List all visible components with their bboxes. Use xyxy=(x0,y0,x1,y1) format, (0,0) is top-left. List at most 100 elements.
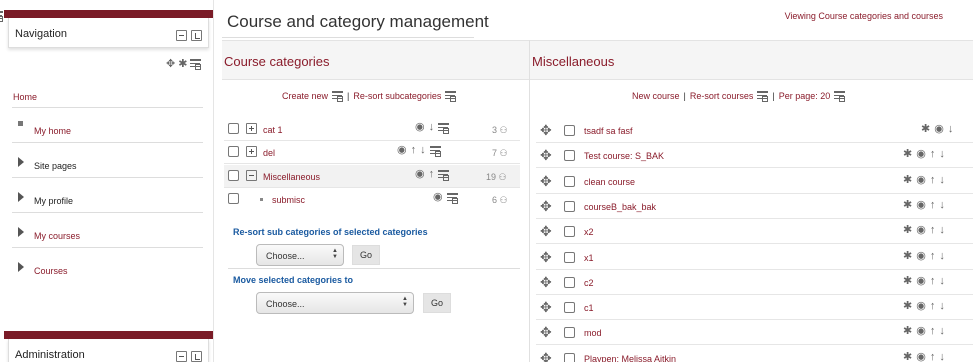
arrow-up-icon[interactable]: ↑ xyxy=(930,250,936,262)
view-mode-link[interactable]: Viewing Course categories and courses xyxy=(785,11,943,21)
move-icon[interactable]: ✥ xyxy=(540,250,552,264)
move-go-button[interactable]: Go xyxy=(423,293,451,313)
move-icon[interactable]: ✥ xyxy=(540,199,552,213)
course-checkbox[interactable] xyxy=(564,327,575,339)
nav-label[interactable]: Home xyxy=(13,92,37,102)
arrow-up-icon[interactable]: ↑ xyxy=(930,275,936,287)
arrow-down-icon[interactable]: ↓ xyxy=(939,326,945,337)
course-name[interactable]: c1 xyxy=(584,303,594,313)
resort-go-button[interactable]: Go xyxy=(352,245,380,265)
eye-icon[interactable]: ◉ xyxy=(397,145,407,156)
course-name[interactable]: x2 xyxy=(584,227,594,237)
course-row[interactable]: ✥ x2 ✱ ◉ ↑ ↓ xyxy=(536,219,973,245)
nav-item-home[interactable]: Home xyxy=(12,84,203,108)
course-checkbox[interactable] xyxy=(564,302,575,314)
edit-icon[interactable] xyxy=(446,192,458,204)
gear-icon[interactable]: ✱ xyxy=(903,174,912,186)
view-mode-edit-icon[interactable] xyxy=(0,10,3,22)
category-name[interactable]: del xyxy=(263,148,275,158)
move-icon[interactable]: ✥ xyxy=(540,148,552,162)
arrow-down-icon[interactable]: ↓ xyxy=(939,250,945,262)
arrow-up-icon[interactable]: ↑ xyxy=(930,149,936,160)
course-row[interactable]: ✥ clean course ✱ ◉ ↑ ↓ xyxy=(536,169,973,194)
category-row[interactable]: del ◉ ↑ ↓ 7 ⚇ xyxy=(224,141,520,164)
course-name[interactable]: tsadf sa fasf xyxy=(584,126,633,136)
course-name[interactable]: clean course xyxy=(584,177,635,187)
arrow-up-icon[interactable]: ↑ xyxy=(930,199,936,211)
nav-label[interactable]: My home xyxy=(34,126,71,136)
nav-label[interactable]: Courses xyxy=(34,266,68,276)
create-new-icon[interactable] xyxy=(332,91,344,102)
gear-icon[interactable]: ✱ xyxy=(903,301,912,312)
course-row[interactable]: ✥ courseB_bak_bak ✱ ◉ ↑ ↓ xyxy=(536,194,973,219)
eye-icon[interactable]: ◉ xyxy=(916,149,926,160)
nav-item-site-pages[interactable]: Site pages xyxy=(12,143,203,178)
gear-icon[interactable]: ✱ xyxy=(903,250,912,262)
eye-icon[interactable]: ◉ xyxy=(415,122,425,133)
nav-item-my-courses[interactable]: My courses xyxy=(12,213,203,248)
arrow-up-icon[interactable]: ↑ xyxy=(930,174,936,186)
course-row[interactable]: ✥ Playpen: Melissa Aitkin ✱ ◉ ↑ ↓ xyxy=(536,346,973,362)
dock-block-icon[interactable] xyxy=(191,30,202,41)
resort-subcategories-link[interactable]: Re-sort subcategories xyxy=(353,91,441,101)
arrow-up-icon[interactable]: ↑ xyxy=(930,351,936,362)
expand-arrow-icon[interactable] xyxy=(18,192,24,202)
nav-item-my-home[interactable]: My home xyxy=(12,108,203,143)
expand-arrow-icon[interactable] xyxy=(18,157,24,167)
move-select[interactable]: Choose... ▲ ▼ xyxy=(256,292,414,314)
arrow-up-icon[interactable]: ↑ xyxy=(930,301,936,312)
move-icon[interactable]: ✥ xyxy=(540,224,552,238)
course-name[interactable]: c2 xyxy=(584,278,594,288)
eye-icon[interactable]: ◉ xyxy=(916,275,926,287)
edit-icon[interactable] xyxy=(438,122,450,134)
arrow-down-icon[interactable]: ↓ xyxy=(939,199,945,211)
move-icon[interactable]: ✥ xyxy=(540,275,552,289)
gear-icon[interactable]: ✱ xyxy=(178,59,187,70)
gear-icon[interactable]: ✱ xyxy=(921,124,930,135)
eye-icon[interactable]: ◉ xyxy=(916,351,926,362)
eye-icon[interactable]: ◉ xyxy=(415,169,425,180)
category-row[interactable]: cat 1 ◉ ↓ 3 ⚇ xyxy=(224,118,520,141)
course-row[interactable]: ✥ Test course: S_BAK ✱ ◉ ↑ ↓ xyxy=(536,143,973,169)
eye-icon[interactable]: ◉ xyxy=(934,124,944,135)
gear-icon[interactable]: ✱ xyxy=(903,275,912,287)
collapse-block-icon[interactable] xyxy=(176,351,187,362)
move-icon[interactable]: ✥ xyxy=(166,59,175,70)
course-row[interactable]: ✥ tsadf sa fasf ✱ ◉ ↓ xyxy=(536,118,973,143)
course-checkbox[interactable] xyxy=(564,125,575,136)
gear-icon[interactable]: ✱ xyxy=(903,199,912,211)
nav-label[interactable]: My courses xyxy=(34,231,80,241)
move-icon[interactable]: ✥ xyxy=(540,174,552,188)
course-checkbox[interactable] xyxy=(564,150,575,162)
resort-courses-icon[interactable] xyxy=(757,91,769,102)
arrow-down-icon[interactable]: ↓ xyxy=(420,145,426,156)
dock-block-icon[interactable] xyxy=(191,351,202,362)
course-row[interactable]: ✥ c2 ✱ ◉ ↑ ↓ xyxy=(536,270,973,295)
course-name[interactable]: Playpen: Melissa Aitkin xyxy=(584,354,676,362)
course-name[interactable]: mod xyxy=(584,328,602,338)
nav-label[interactable]: Site pages xyxy=(34,161,77,171)
per-page-icon[interactable] xyxy=(834,91,846,102)
course-checkbox[interactable] xyxy=(564,226,575,238)
nav-item-my-profile[interactable]: My profile xyxy=(12,178,203,213)
collapse-block-icon[interactable] xyxy=(176,30,187,41)
expand-arrow-icon[interactable] xyxy=(18,262,24,272)
edit-icon[interactable] xyxy=(438,169,450,181)
arrow-down-icon[interactable]: ↓ xyxy=(939,351,945,362)
category-checkbox[interactable] xyxy=(228,170,239,181)
category-name[interactable]: Miscellaneous xyxy=(263,172,320,182)
category-name[interactable]: cat 1 xyxy=(263,125,283,135)
arrow-down-icon[interactable]: ↓ xyxy=(429,122,435,133)
category-row-selected[interactable]: Miscellaneous ◉ ↑ 19 ⚇ xyxy=(224,165,520,188)
arrow-up-icon[interactable]: ↑ xyxy=(930,326,936,337)
arrow-down-icon[interactable]: ↓ xyxy=(939,225,945,236)
category-checkbox[interactable] xyxy=(228,123,239,134)
course-name[interactable]: x1 xyxy=(584,253,594,263)
arrow-down-icon[interactable]: ↓ xyxy=(939,275,945,287)
resort-subcategories-icon[interactable] xyxy=(445,91,457,102)
category-row[interactable]: submisc ◉ 6 ⚇ xyxy=(224,188,520,211)
arrow-down-icon[interactable]: ↓ xyxy=(948,124,954,135)
resort-courses-link[interactable]: Re-sort courses xyxy=(690,91,754,101)
arrow-down-icon[interactable]: ↓ xyxy=(939,149,945,160)
eye-icon[interactable]: ◉ xyxy=(916,326,926,337)
